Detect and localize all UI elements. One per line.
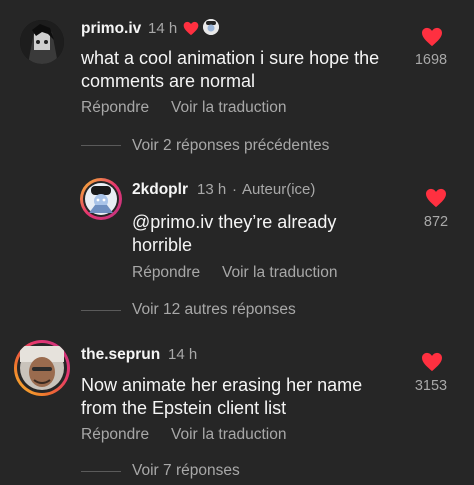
comment-text: what a cool animation i sure hope the co… — [81, 48, 380, 91]
heart-icon[interactable] — [421, 352, 443, 372]
reply-button[interactable]: Répondre — [132, 264, 200, 282]
view-replies-button[interactable]: Voir 12 autres réponses — [132, 301, 296, 319]
comment-time: 14 h — [148, 20, 178, 37]
avatar[interactable] — [80, 178, 122, 220]
comment-text: @primo.iv they’re already horrible — [132, 212, 337, 255]
view-replies-button[interactable]: Voir 7 réponses — [132, 462, 240, 480]
translate-button[interactable]: Voir la traduction — [171, 426, 286, 444]
replies-divider — [81, 471, 121, 472]
heart-icon[interactable] — [421, 27, 443, 47]
heart-icon[interactable] — [425, 188, 447, 208]
reply-button[interactable]: Répondre — [81, 426, 149, 444]
comment-username[interactable]: 2kdoplr — [132, 181, 188, 199]
comment-username[interactable]: the.seprun — [81, 346, 160, 364]
replies-divider — [81, 310, 121, 311]
replies-divider — [81, 145, 121, 146]
comment-time: 14 h — [168, 346, 198, 363]
translate-button[interactable]: Voir la traduction — [171, 99, 286, 117]
like-count: 1698 — [414, 52, 448, 68]
comment-time: 13 h — [197, 181, 227, 198]
comment-text: Now animate her erasing her name from th… — [81, 375, 363, 418]
author-badge: Auteur(ice) — [242, 181, 316, 198]
like-count: 872 — [423, 214, 449, 230]
creator-liked-heart-icon — [183, 21, 199, 36]
avatar[interactable] — [20, 20, 64, 64]
translate-button[interactable]: Voir la traduction — [222, 264, 337, 282]
view-replies-button[interactable]: Voir 2 réponses précédentes — [132, 137, 329, 155]
creator-avatar — [203, 19, 219, 35]
avatar[interactable] — [14, 340, 70, 396]
separator-dot: · — [232, 181, 237, 198]
reply-button[interactable]: Répondre — [81, 99, 149, 117]
like-count: 3153 — [414, 378, 448, 394]
comment-username[interactable]: primo.iv — [81, 20, 141, 38]
